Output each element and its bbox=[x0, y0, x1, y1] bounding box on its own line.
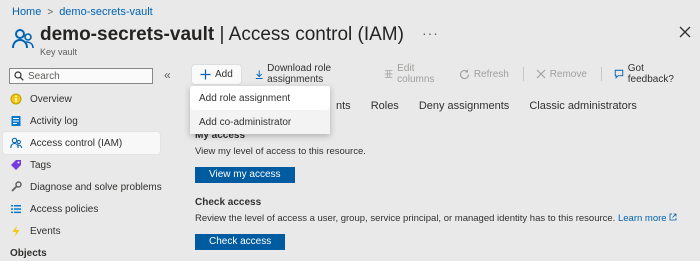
sidebar-item-label: Access policies bbox=[30, 203, 99, 215]
page-name: | Access control (IAM) bbox=[219, 24, 404, 45]
sidebar-item-diagnose[interactable]: Diagnose and solve problems bbox=[0, 176, 175, 198]
search-icon bbox=[14, 71, 24, 81]
search-input[interactable]: Search bbox=[9, 68, 153, 84]
sidebar: Overview Activity log Access control (IA… bbox=[0, 88, 175, 259]
close-icon bbox=[536, 69, 546, 79]
tab-roles[interactable]: Roles bbox=[371, 100, 399, 112]
check-access-text: Review the level of access a user, group… bbox=[195, 213, 616, 224]
collapse-sidebar-button[interactable]: « bbox=[164, 68, 171, 82]
learn-more-link[interactable]: Learn more bbox=[618, 213, 667, 224]
check-access-description: Review the level of access a user, group… bbox=[195, 213, 685, 224]
tab-deny-assignments[interactable]: Deny assignments bbox=[419, 100, 510, 112]
list-icon bbox=[10, 203, 22, 215]
plus-icon bbox=[200, 69, 211, 79]
view-my-access-button[interactable]: View my access bbox=[195, 167, 295, 183]
more-options-icon[interactable]: ··· bbox=[422, 22, 439, 44]
edit-columns-label: Edit columns bbox=[397, 63, 435, 85]
sidebar-item-label: Diagnose and solve problems bbox=[30, 181, 162, 193]
add-label: Add bbox=[215, 68, 233, 80]
tab-bar: nts Roles Deny assignments Classic admin… bbox=[336, 100, 657, 112]
remove-label: Remove bbox=[549, 68, 587, 80]
sidebar-item-activity-log[interactable]: Activity log bbox=[0, 110, 175, 132]
sidebar-item-access-policies[interactable]: Access policies bbox=[0, 198, 175, 220]
page-title: demo-secrets-vault | Access control (IAM… bbox=[40, 22, 404, 48]
refresh-label: Refresh bbox=[473, 68, 509, 80]
refresh-button[interactable]: Refresh bbox=[459, 69, 509, 80]
download-label: Download role assignments bbox=[267, 63, 332, 85]
sidebar-item-access-control[interactable]: Access control (IAM) bbox=[3, 132, 160, 154]
people-icon bbox=[12, 29, 34, 49]
main-content: My access View my level of access to thi… bbox=[195, 128, 685, 250]
sidebar-item-events[interactable]: Events bbox=[0, 220, 175, 242]
breadcrumb-home[interactable]: Home bbox=[12, 6, 41, 18]
remove-button[interactable]: Remove bbox=[536, 69, 587, 80]
activity-log-icon bbox=[10, 115, 22, 127]
toolbar-divider bbox=[600, 67, 602, 81]
sidebar-item-tags[interactable]: Tags bbox=[0, 154, 175, 176]
search-placeholder: Search bbox=[28, 70, 60, 82]
refresh-icon bbox=[459, 69, 469, 79]
sidebar-item-label: Access control (IAM) bbox=[30, 137, 123, 149]
add-button[interactable]: Add bbox=[192, 64, 241, 84]
sidebar-item-label: Activity log bbox=[30, 115, 78, 127]
sidebar-item-label: Tags bbox=[30, 159, 52, 171]
people-icon bbox=[10, 137, 22, 149]
sidebar-item-label: Events bbox=[30, 225, 61, 237]
menu-item-add-role-assignment[interactable]: Add role assignment bbox=[190, 86, 330, 110]
add-dropdown-menu: Add role assignment Add co-administrator bbox=[190, 86, 330, 134]
toolbar-divider bbox=[522, 67, 524, 81]
page-header: demo-secrets-vault | Access control (IAM… bbox=[12, 22, 439, 57]
sidebar-item-overview[interactable]: Overview bbox=[0, 88, 175, 110]
tab-role-assignments[interactable]: nts bbox=[336, 100, 351, 112]
download-role-assignments-button[interactable]: Download role assignments bbox=[255, 63, 370, 85]
resource-type: Key vault bbox=[40, 47, 78, 57]
breadcrumb-current[interactable]: demo-secrets-vault bbox=[59, 6, 153, 18]
wrench-icon bbox=[10, 181, 22, 193]
sidebar-item-label: Overview bbox=[30, 93, 72, 105]
tag-icon bbox=[10, 159, 22, 171]
sidebar-section-heading: Objects bbox=[10, 248, 47, 259]
resource-name: demo-secrets-vault bbox=[40, 24, 215, 45]
command-bar: Add Download role assignments Edit colum… bbox=[186, 62, 696, 86]
lightning-icon bbox=[10, 225, 22, 237]
breadcrumb: Home > demo-secrets-vault bbox=[12, 6, 153, 18]
chevron-right-icon: > bbox=[47, 6, 54, 18]
feedback-label: Got feedback? bbox=[627, 63, 674, 85]
my-access-description: View my level of access to this resource… bbox=[195, 146, 366, 157]
check-access-button[interactable]: Check access bbox=[195, 234, 286, 250]
feedback-button[interactable]: Got feedback? bbox=[614, 63, 682, 85]
download-icon bbox=[255, 69, 263, 79]
tab-classic-administrators[interactable]: Classic administrators bbox=[529, 100, 637, 112]
overview-icon bbox=[10, 93, 22, 105]
check-access-heading: Check access bbox=[195, 197, 262, 208]
columns-icon bbox=[384, 70, 393, 78]
feedback-icon bbox=[614, 69, 623, 79]
menu-item-add-co-administrator[interactable]: Add co-administrator bbox=[190, 110, 330, 134]
edit-columns-button[interactable]: Edit columns bbox=[384, 63, 445, 85]
external-link-icon bbox=[669, 213, 677, 221]
close-icon[interactable] bbox=[678, 25, 692, 39]
